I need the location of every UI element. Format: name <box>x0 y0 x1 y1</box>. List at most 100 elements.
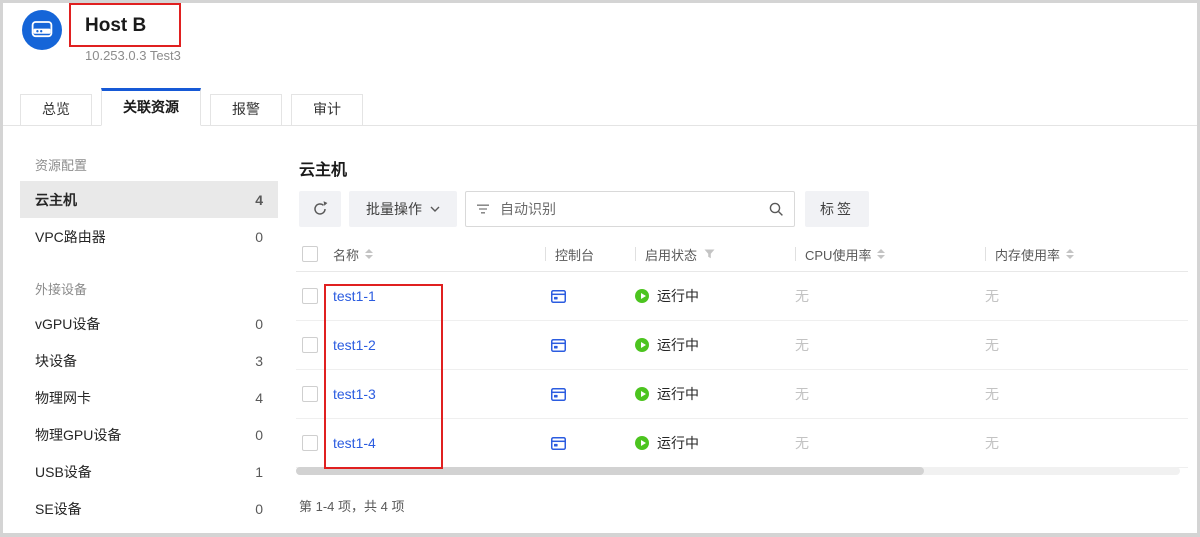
vm-name-link[interactable]: test1-1 <box>333 288 376 304</box>
tag-button[interactable]: 标签 <box>805 191 869 227</box>
status-badge: 运行中 <box>635 384 699 404</box>
table-header-row: 名称 控制台 启用状态 CPU使用率 <box>296 237 1188 272</box>
column-header-name: 名称 <box>324 245 536 264</box>
play-circle-icon <box>635 289 649 303</box>
chevron-down-icon <box>430 206 440 213</box>
sidebar-group-gap <box>20 255 278 272</box>
sidebar-item-vm[interactable]: 云主机 4 <box>20 181 278 218</box>
console-window-icon[interactable] <box>551 339 566 352</box>
table-row: test1-4 运行中 无 无 <box>296 419 1188 468</box>
status-badge: 运行中 <box>635 286 699 306</box>
vm-table: 名称 控制台 启用状态 CPU使用率 <box>296 237 1188 468</box>
sidebar-group-resource-config: 资源配置 <box>20 148 278 181</box>
status-badge: 运行中 <box>635 433 699 453</box>
memory-usage-value: 无 <box>985 433 999 453</box>
sidebar-item-label: SE设备 <box>35 499 82 519</box>
tab-audit[interactable]: 审计 <box>291 94 363 125</box>
vm-name-link[interactable]: test1-4 <box>333 435 376 451</box>
column-header-console: 控制台 <box>536 245 626 264</box>
sidebar-item-block-device[interactable]: 块设备 3 <box>20 342 278 379</box>
pagination-summary: 第 1-4 项，共 4 项 <box>299 496 404 515</box>
console-window-icon[interactable] <box>551 437 566 450</box>
host-subtitle: 10.253.0.3 Test3 <box>85 48 181 63</box>
table-row: test1-3 运行中 无 无 <box>296 370 1188 419</box>
sidebar-item-label: 物理网卡 <box>35 388 91 408</box>
sidebar-item-count: 4 <box>255 192 263 208</box>
sidebar-item-vpc-router[interactable]: VPC路由器 0 <box>20 218 278 255</box>
memory-usage-value: 无 <box>985 286 999 306</box>
section-title: 云主机 <box>299 156 347 180</box>
sidebar-item-count: 3 <box>255 353 263 369</box>
search-input[interactable] <box>498 200 760 218</box>
sidebar-item-label: vGPU设备 <box>35 314 100 334</box>
column-separator <box>635 247 636 261</box>
status-label: 运行中 <box>657 335 699 355</box>
cpu-usage-value: 无 <box>795 335 809 355</box>
console-window-icon[interactable] <box>551 388 566 401</box>
sort-carets-icon[interactable] <box>877 249 885 259</box>
memory-usage-value: 无 <box>985 384 999 404</box>
sidebar-item-count: 0 <box>255 229 263 245</box>
horizontal-scrollbar[interactable] <box>296 467 1180 475</box>
play-circle-icon <box>635 436 649 450</box>
tab-related-resources[interactable]: 关联资源 <box>101 88 201 126</box>
column-separator <box>545 247 546 261</box>
sidebar-item-label: 块设备 <box>35 351 77 371</box>
search-box[interactable] <box>465 191 795 227</box>
sidebar-item-vgpu-device[interactable]: vGPU设备 0 <box>20 305 278 342</box>
sidebar-item-count: 0 <box>255 501 263 517</box>
row-checkbox[interactable] <box>302 386 318 402</box>
tag-button-label: 标签 <box>820 199 854 219</box>
host-drive-icon <box>31 20 53 40</box>
vm-name-link[interactable]: test1-3 <box>333 386 376 402</box>
refresh-button[interactable] <box>299 191 341 227</box>
play-circle-icon <box>635 387 649 401</box>
sidebar-item-label: VPC路由器 <box>35 227 106 247</box>
sidebar-item-count: 0 <box>255 316 263 332</box>
column-header-status: 启用状态 <box>626 245 786 264</box>
sidebar-item-label: 物理GPU设备 <box>35 425 121 445</box>
tab-bar: 总览 关联资源 报警 审计 <box>3 88 1197 126</box>
filter-funnel-icon[interactable] <box>704 249 715 259</box>
status-label: 运行中 <box>657 384 699 404</box>
row-checkbox[interactable] <box>302 337 318 353</box>
table-row: test1-1 运行中 无 无 <box>296 272 1188 321</box>
column-header-cpu: CPU使用率 <box>786 245 976 264</box>
sort-carets-icon[interactable] <box>1066 249 1074 259</box>
sort-carets-icon[interactable] <box>365 249 373 259</box>
sidebar-item-physical-gpu-device[interactable]: 物理GPU设备 0 <box>20 416 278 453</box>
search-icon[interactable] <box>768 201 784 217</box>
status-label: 运行中 <box>657 286 699 306</box>
cpu-usage-value: 无 <box>795 286 809 306</box>
row-checkbox[interactable] <box>302 435 318 451</box>
console-window-icon[interactable] <box>551 290 566 303</box>
filter-lines-icon <box>476 203 490 215</box>
sidebar-group-external-devices: 外接设备 <box>20 272 278 305</box>
tab-alerts[interactable]: 报警 <box>210 94 282 125</box>
cpu-usage-value: 无 <box>795 433 809 453</box>
table-row: test1-2 运行中 无 无 <box>296 321 1188 370</box>
cpu-usage-value: 无 <box>795 384 809 404</box>
sidebar-item-se-device[interactable]: SE设备 0 <box>20 490 278 527</box>
play-circle-icon <box>635 338 649 352</box>
host-detail-page: Host B 10.253.0.3 Test3 总览 关联资源 报警 审计 资源… <box>0 0 1200 537</box>
status-badge: 运行中 <box>635 335 699 355</box>
row-checkbox[interactable] <box>302 288 318 304</box>
tab-overview[interactable]: 总览 <box>20 94 92 125</box>
select-all-checkbox[interactable] <box>302 246 318 262</box>
toolbar: 批量操作 标签 <box>299 191 1188 227</box>
sidebar-item-physical-nic[interactable]: 物理网卡 4 <box>20 379 278 416</box>
sidebar-item-count: 1 <box>255 464 263 480</box>
horizontal-scrollbar-thumb[interactable] <box>296 467 924 475</box>
column-separator <box>795 247 796 261</box>
sidebar-item-count: 0 <box>255 427 263 443</box>
sidebar-item-label: USB设备 <box>35 462 92 482</box>
column-header-memory: 内存使用率 <box>976 245 1188 264</box>
sidebar-item-label: 云主机 <box>35 190 77 210</box>
refresh-icon <box>311 200 329 218</box>
batch-actions-label: 批量操作 <box>366 199 422 219</box>
sidebar-item-usb-device[interactable]: USB设备 1 <box>20 453 278 490</box>
batch-actions-button[interactable]: 批量操作 <box>349 191 457 227</box>
memory-usage-value: 无 <box>985 335 999 355</box>
vm-name-link[interactable]: test1-2 <box>333 337 376 353</box>
